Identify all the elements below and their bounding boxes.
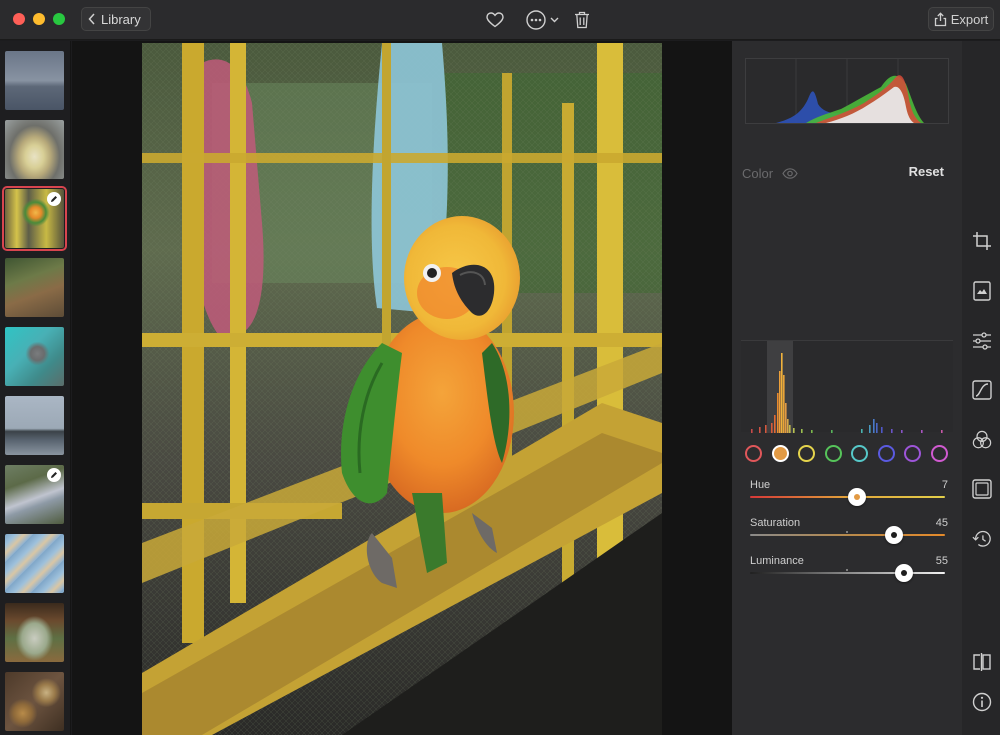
hue-slider[interactable]: Hue 7	[750, 479, 948, 515]
swatch-green[interactable]	[824, 445, 842, 462]
swatch-magenta[interactable]	[930, 445, 948, 462]
adjust-tool[interactable]	[972, 331, 992, 351]
presets-tool[interactable]	[972, 281, 992, 301]
thumbnail[interactable]	[5, 603, 64, 662]
thumbnail[interactable]	[5, 258, 64, 317]
swatch-orange[interactable]	[771, 445, 789, 462]
info-icon	[972, 692, 992, 712]
hue-label: Hue	[750, 479, 771, 491]
thumbnail[interactable]	[5, 51, 64, 110]
hue-knob[interactable]	[848, 488, 867, 506]
thumbnail[interactable]	[5, 327, 64, 386]
histogram	[745, 58, 949, 124]
color-icon	[972, 430, 992, 449]
close-window-button[interactable]	[13, 13, 25, 25]
saturation-label: Saturation	[750, 517, 801, 529]
swatch-purple[interactable]	[904, 445, 921, 462]
swatch-yellow[interactable]	[798, 445, 815, 462]
vignette-icon	[972, 479, 992, 499]
main-photo	[142, 43, 662, 735]
thumbnail[interactable]	[5, 396, 64, 455]
compare-icon	[973, 653, 991, 671]
thumbnail[interactable]	[5, 465, 64, 524]
saturation-value: 45	[935, 517, 948, 529]
chevron-down-icon	[550, 17, 559, 23]
curves-tool[interactable]	[972, 380, 992, 400]
center-toolbar	[484, 9, 592, 31]
crop-tool[interactable]	[972, 231, 992, 251]
presets-icon	[973, 281, 991, 301]
thumbnail[interactable]	[2, 186, 67, 251]
more-options-button[interactable]	[524, 9, 560, 31]
export-button[interactable]: Export	[928, 7, 994, 31]
color-section-label: Color	[742, 165, 774, 181]
adjustments-panel: Color Reset Hue 7 Saturation 45 Luminanc…	[732, 41, 962, 735]
compare-tool[interactable]	[972, 652, 992, 672]
back-button-label: Library	[101, 11, 141, 27]
thumbnail[interactable]	[5, 120, 64, 179]
color-section-header: Color Reset	[742, 164, 944, 182]
info-tool[interactable]	[972, 692, 992, 712]
adjust-icon	[973, 332, 991, 350]
edited-badge	[47, 468, 61, 482]
curves-icon	[972, 380, 992, 400]
saturation-slider[interactable]: Saturation 45	[750, 517, 948, 553]
color-tool[interactable]	[972, 430, 992, 450]
export-label: Export	[950, 11, 989, 27]
trash-icon	[575, 11, 589, 29]
color-swatches	[745, 445, 951, 463]
filmstrip	[0, 41, 71, 735]
reset-button[interactable]: Reset	[909, 164, 944, 179]
zoom-window-button[interactable]	[53, 13, 65, 25]
thumbnail[interactable]	[5, 672, 64, 731]
luminance-slider[interactable]: Luminance 55	[750, 555, 948, 591]
pencil-icon	[51, 196, 57, 202]
delete-button[interactable]	[572, 9, 592, 31]
hue-value: 7	[941, 479, 948, 491]
luminance-value: 55	[935, 555, 948, 567]
luminance-knob[interactable]	[895, 564, 914, 582]
heart-icon	[486, 12, 504, 28]
history-tool[interactable]	[972, 529, 992, 549]
luminance-label: Luminance	[750, 555, 804, 567]
title-bar: Library Export	[0, 0, 1000, 40]
back-to-library-button[interactable]: Library	[81, 7, 151, 31]
minimize-window-button[interactable]	[33, 13, 45, 25]
favorite-button[interactable]	[484, 9, 506, 31]
share-icon	[934, 11, 946, 26]
thumbnail[interactable]	[5, 534, 64, 593]
swatch-red[interactable]	[745, 445, 762, 462]
tool-rail	[962, 41, 1000, 735]
edited-badge	[47, 192, 61, 206]
pencil-icon	[51, 472, 57, 478]
swatch-aqua[interactable]	[851, 445, 868, 462]
photo-canvas[interactable]	[72, 41, 732, 735]
eye-icon[interactable]	[782, 167, 798, 179]
crop-icon	[973, 232, 991, 250]
chevron-left-icon	[88, 13, 95, 25]
history-icon	[972, 530, 991, 547]
luminance-track[interactable]	[750, 572, 945, 574]
more-icon	[526, 10, 546, 30]
swatch-blue[interactable]	[877, 445, 895, 462]
hue-histogram	[741, 340, 953, 433]
saturation-knob[interactable]	[885, 526, 904, 544]
default-tick	[846, 531, 848, 533]
default-tick	[846, 569, 848, 571]
saturation-track[interactable]	[750, 534, 945, 536]
vignette-tool[interactable]	[972, 479, 992, 499]
